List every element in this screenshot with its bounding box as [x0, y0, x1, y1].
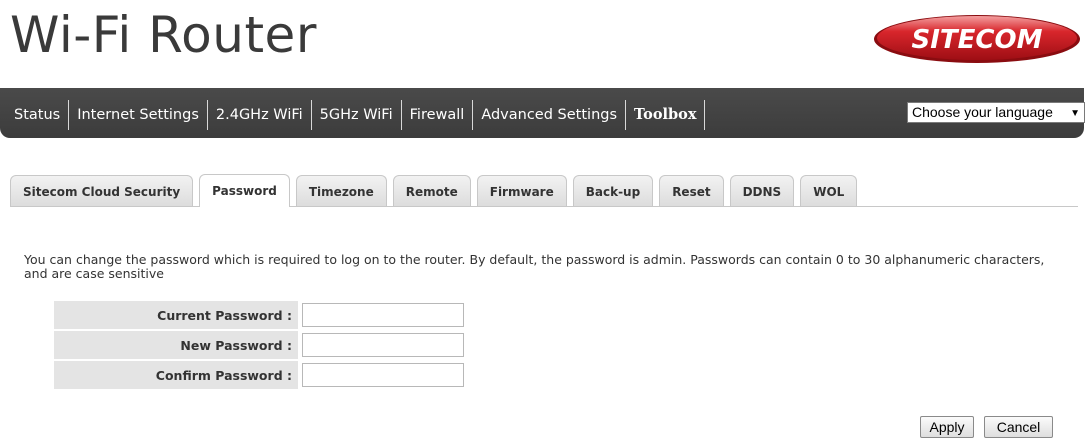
nav-firewall[interactable]: Firewall [402, 100, 474, 130]
tab-remote[interactable]: Remote [392, 175, 471, 207]
form-row: New Password : [54, 331, 464, 359]
tabs-divider [10, 206, 1078, 207]
tab-ddns[interactable]: DDNS [729, 175, 795, 207]
toolbox-tabs: Sitecom Cloud Security Password Timezone… [10, 174, 863, 207]
form-row: Confirm Password : [54, 361, 464, 389]
form-row: Current Password : [54, 301, 464, 329]
confirm-password-input[interactable] [302, 363, 464, 387]
nav-status[interactable]: Status [6, 100, 70, 130]
nav-toolbox[interactable]: Toolbox [626, 100, 706, 130]
current-password-label: Current Password : [54, 301, 298, 329]
language-select-value: Choose your language [912, 104, 1053, 120]
tab-backup[interactable]: Back-up [572, 175, 654, 207]
tab-sitecom-cloud-security[interactable]: Sitecom Cloud Security [10, 175, 194, 207]
new-password-input[interactable] [302, 333, 464, 357]
dropdown-arrow-icon: ▼ [1070, 108, 1080, 119]
tab-wol[interactable]: WOL [800, 175, 858, 207]
current-password-input[interactable] [302, 303, 464, 327]
new-password-label: New Password : [54, 331, 298, 359]
tab-reset[interactable]: Reset [659, 175, 724, 207]
nav-advanced-settings[interactable]: Advanced Settings [473, 100, 627, 130]
tab-timezone[interactable]: Timezone [295, 175, 387, 207]
language-select[interactable]: Choose your language ▼ [907, 102, 1085, 123]
nav-internet-settings[interactable]: Internet Settings [69, 100, 208, 130]
sitecom-logo: SITECOM [874, 15, 1080, 63]
main-nav: Status Internet Settings 2.4GHz WiFi 5GH… [6, 100, 706, 130]
password-form: Current Password : New Password : Confir… [52, 299, 466, 391]
page-title: Wi-Fi Router [10, 6, 317, 64]
svg-text:SITECOM: SITECOM [912, 25, 1043, 55]
tab-firmware[interactable]: Firmware [476, 175, 567, 207]
confirm-password-label: Confirm Password : [54, 361, 298, 389]
nav-24ghz-wifi[interactable]: 2.4GHz WiFi [208, 100, 312, 130]
password-description: You can change the password which is req… [24, 252, 1045, 281]
top-navbar: Status Internet Settings 2.4GHz WiFi 5GH… [0, 88, 1085, 138]
nav-5ghz-wifi[interactable]: 5GHz WiFi [312, 100, 402, 130]
tab-password[interactable]: Password [199, 174, 290, 207]
